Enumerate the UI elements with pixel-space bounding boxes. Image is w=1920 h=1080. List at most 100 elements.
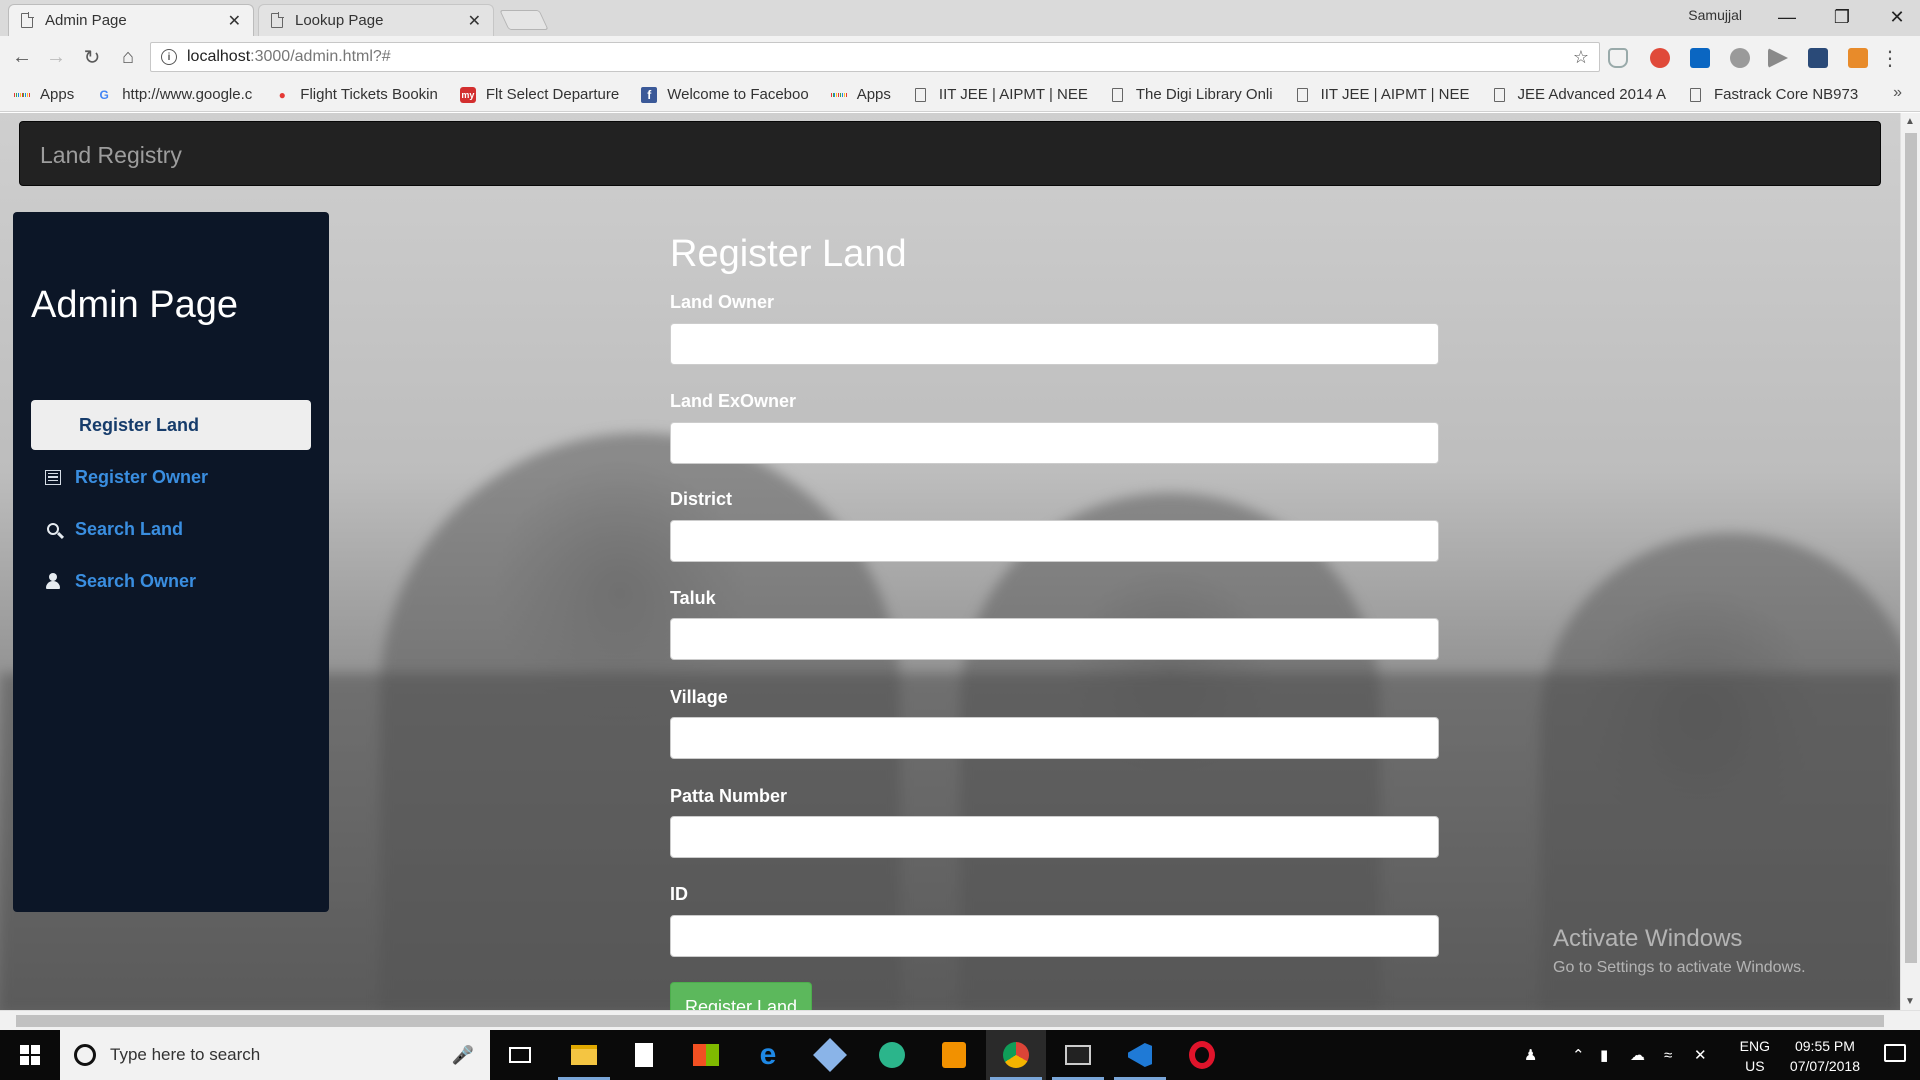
horizontal-scrollbar[interactable] — [0, 1010, 1920, 1030]
bookmark-label: IIT JEE | AIPMT | NEE — [1320, 86, 1470, 103]
scrollbar-thumb[interactable] — [16, 1015, 1884, 1027]
action-center-icon[interactable] — [1884, 1044, 1906, 1062]
maximize-button[interactable]: ❐ — [1819, 3, 1865, 31]
register-land-button[interactable]: Register Land — [670, 982, 812, 1010]
page-icon — [1688, 87, 1704, 103]
bookmark-facebook[interactable]: f Welcome to Faceboo — [641, 86, 809, 103]
id-input[interactable] — [670, 915, 1439, 957]
village-label: Village — [670, 687, 728, 707]
system-clock[interactable]: 09:55 PM 07/07/2018 — [1790, 1036, 1860, 1076]
browser-menu-icon[interactable]: ⋮ — [1880, 46, 1900, 71]
bookmark-digi-library[interactable]: The Digi Library Onli — [1110, 86, 1273, 103]
bookmark-apps[interactable]: Apps — [14, 86, 74, 103]
home-button[interactable]: ⌂ — [114, 44, 142, 70]
new-tab-button[interactable] — [499, 10, 549, 30]
wifi-icon[interactable]: ≈ — [1664, 1030, 1672, 1080]
page-icon — [21, 12, 34, 28]
reload-button[interactable]: ↻ — [78, 44, 106, 70]
close-window-button[interactable]: ✕ — [1874, 3, 1920, 31]
user-icon — [45, 573, 61, 589]
linkedin-extension-icon[interactable] — [1690, 48, 1710, 68]
activate-windows-watermark: Activate Windows Go to Settings to activ… — [1553, 925, 1806, 977]
task-view-icon[interactable] — [490, 1030, 550, 1080]
scroll-up-icon[interactable]: ▲ — [1905, 116, 1915, 127]
gitkraken-icon[interactable] — [862, 1030, 922, 1080]
notepad-icon[interactable] — [614, 1030, 674, 1080]
bookmark-iit-jee-2[interactable]: IIT JEE | AIPMT | NEE — [1295, 86, 1470, 103]
vertical-scrollbar[interactable]: ▲ ▼ — [1900, 113, 1920, 1010]
windows-icon — [20, 1045, 40, 1065]
sidebar-item-register-owner[interactable]: Register Owner — [31, 452, 311, 502]
start-button[interactable] — [0, 1030, 60, 1080]
language-indicator[interactable]: ENG US — [1740, 1036, 1770, 1076]
sidebar-item-search-land[interactable]: Search Land — [31, 504, 311, 554]
bookmark-jee-advanced[interactable]: JEE Advanced 2014 A — [1492, 86, 1666, 103]
extension-icon[interactable] — [1808, 48, 1828, 68]
bookmark-flight-tickets[interactable]: ● Flight Tickets Bookin — [274, 86, 438, 103]
extension-icon[interactable] — [1650, 48, 1670, 68]
profile-name[interactable]: Samujjal — [1688, 7, 1742, 23]
page-viewport: Land Registry Admin Page Register Land R… — [0, 113, 1900, 1010]
sidebar-item-search-owner[interactable]: Search Owner — [31, 556, 311, 606]
minimize-button[interactable]: — — [1764, 3, 1810, 31]
play-extension-icon[interactable] — [1768, 48, 1788, 68]
browser-toolbar: ← → ↻ ⌂ i localhost:3000/admin.html?# ☆ … — [0, 36, 1920, 78]
tab-lookup-page[interactable]: Lookup Page ✕ — [258, 4, 494, 36]
district-input[interactable] — [670, 520, 1439, 562]
bookmark-fastrack[interactable]: Fastrack Core NB973 — [1688, 86, 1858, 103]
store-icon[interactable] — [676, 1030, 736, 1080]
tab-admin-page[interactable]: Admin Page ✕ — [8, 4, 254, 36]
info-icon[interactable]: i — [161, 49, 177, 65]
shield-extension-icon[interactable] — [1608, 48, 1628, 68]
taluk-label: Taluk — [670, 588, 716, 608]
close-tab-icon[interactable]: ✕ — [228, 11, 241, 31]
land-owner-label: Land Owner — [670, 292, 775, 312]
people-icon[interactable]: ♟ — [1524, 1030, 1537, 1080]
extension-icon[interactable] — [1730, 48, 1750, 68]
tab-title: Lookup Page — [295, 12, 384, 29]
navbar-brand[interactable]: Land Registry — [40, 142, 182, 169]
page-icon — [1295, 87, 1311, 103]
address-bar[interactable]: i localhost:3000/admin.html?# ☆ — [150, 42, 1600, 72]
terminal-icon[interactable] — [1048, 1030, 1108, 1080]
search-icon — [45, 521, 61, 537]
back-button[interactable]: ← — [8, 44, 36, 70]
district-label: District — [670, 489, 733, 509]
microphone-icon[interactable]: 🎤 — [452, 1045, 474, 1066]
taluk-input[interactable] — [670, 618, 1439, 660]
taskbar-search[interactable]: Type here to search 🎤 — [60, 1030, 490, 1080]
patta-number-label: Patta Number — [670, 786, 788, 806]
sublime-text-icon[interactable] — [924, 1030, 984, 1080]
bookmark-apps-2[interactable]: Apps — [830, 86, 891, 103]
scroll-down-icon[interactable]: ▼ — [1905, 996, 1915, 1007]
close-tab-icon[interactable]: ✕ — [468, 11, 481, 31]
sidebar-item-label: Register Owner — [75, 466, 209, 487]
scrollbar-thumb[interactable] — [1905, 133, 1917, 963]
app-icon[interactable] — [800, 1030, 860, 1080]
extension-icon[interactable] — [1848, 48, 1868, 68]
chrome-icon[interactable] — [986, 1030, 1046, 1080]
volume-muted-icon[interactable]: ✕ — [1694, 1030, 1707, 1080]
bookmark-google[interactable]: G http://www.google.c — [96, 86, 253, 103]
bookmark-iit-jee-1[interactable]: IIT JEE | AIPMT | NEE — [913, 86, 1088, 103]
bookmark-flt-select[interactable]: my Flt Select Departure — [459, 86, 619, 103]
patta-number-input[interactable] — [670, 816, 1439, 858]
village-input[interactable] — [670, 717, 1439, 759]
opera-icon[interactable] — [1172, 1030, 1232, 1080]
vscode-icon[interactable] — [1110, 1030, 1170, 1080]
file-explorer-icon[interactable] — [554, 1030, 614, 1080]
sidebar-item-register-land[interactable]: Register Land — [31, 400, 311, 450]
land-owner-input[interactable] — [670, 323, 1439, 365]
sidebar-item-label: Search Land — [75, 518, 184, 539]
battery-icon[interactable]: ▮ — [1600, 1030, 1608, 1080]
forward-button[interactable]: → — [42, 44, 70, 70]
tray-expand-icon[interactable]: ⌃ — [1572, 1030, 1585, 1080]
edge-icon[interactable]: e — [738, 1030, 798, 1080]
bookmark-label: Flight Tickets Bookin — [300, 86, 438, 103]
tab-title: Admin Page — [45, 12, 127, 29]
bookmark-star-icon[interactable]: ☆ — [1573, 47, 1589, 68]
onedrive-icon[interactable]: ☁ — [1630, 1030, 1645, 1080]
land-exowner-input[interactable] — [670, 422, 1439, 464]
more-bookmarks-icon[interactable]: » — [1893, 84, 1902, 102]
bookmark-label: Welcome to Faceboo — [667, 86, 809, 103]
